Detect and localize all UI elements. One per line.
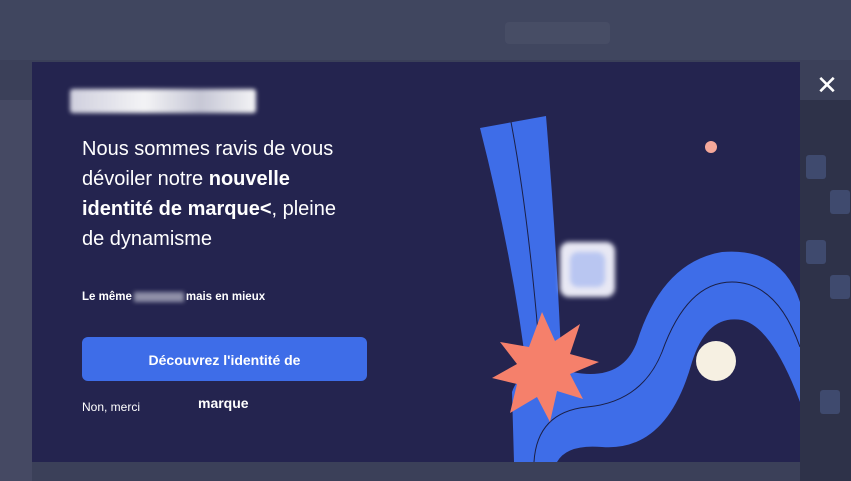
background-right-panel [800,100,851,481]
background-tile [806,240,826,264]
brand-announcement-modal: Nous sommes ravis de vous dévoiler notre… [32,62,800,462]
brand-logo [70,89,256,113]
cream-circle [696,341,736,381]
discover-identity-button[interactable]: Découvrez l'identité de [82,337,367,381]
background-tile [806,155,826,179]
modal-headline: Nous sommes ravis de vous dévoiler notre… [82,134,342,254]
background-tile [830,275,850,299]
background-tile [820,390,840,414]
background-header [0,0,851,60]
headline-text: Nous sommes ravis de vous dévoiler notre [82,138,334,190]
brand-illustration [480,116,800,462]
peach-dot [705,141,717,153]
subline-text-end: mais en mieux [185,291,266,303]
modal-subline: Le même mais en mieux [82,291,265,303]
background-header-logo [505,22,610,44]
redacted-brand-name [133,291,184,302]
no-thanks-link[interactable]: Non, merci [82,400,140,414]
close-icon[interactable]: ✕ [814,72,840,98]
subline-text-start: Le même [82,291,132,303]
blurred-square-inner [570,252,605,287]
discover-identity-button-overflow-text[interactable]: marque [198,395,249,411]
background-tile [830,190,850,214]
background-left-panel [0,100,32,481]
